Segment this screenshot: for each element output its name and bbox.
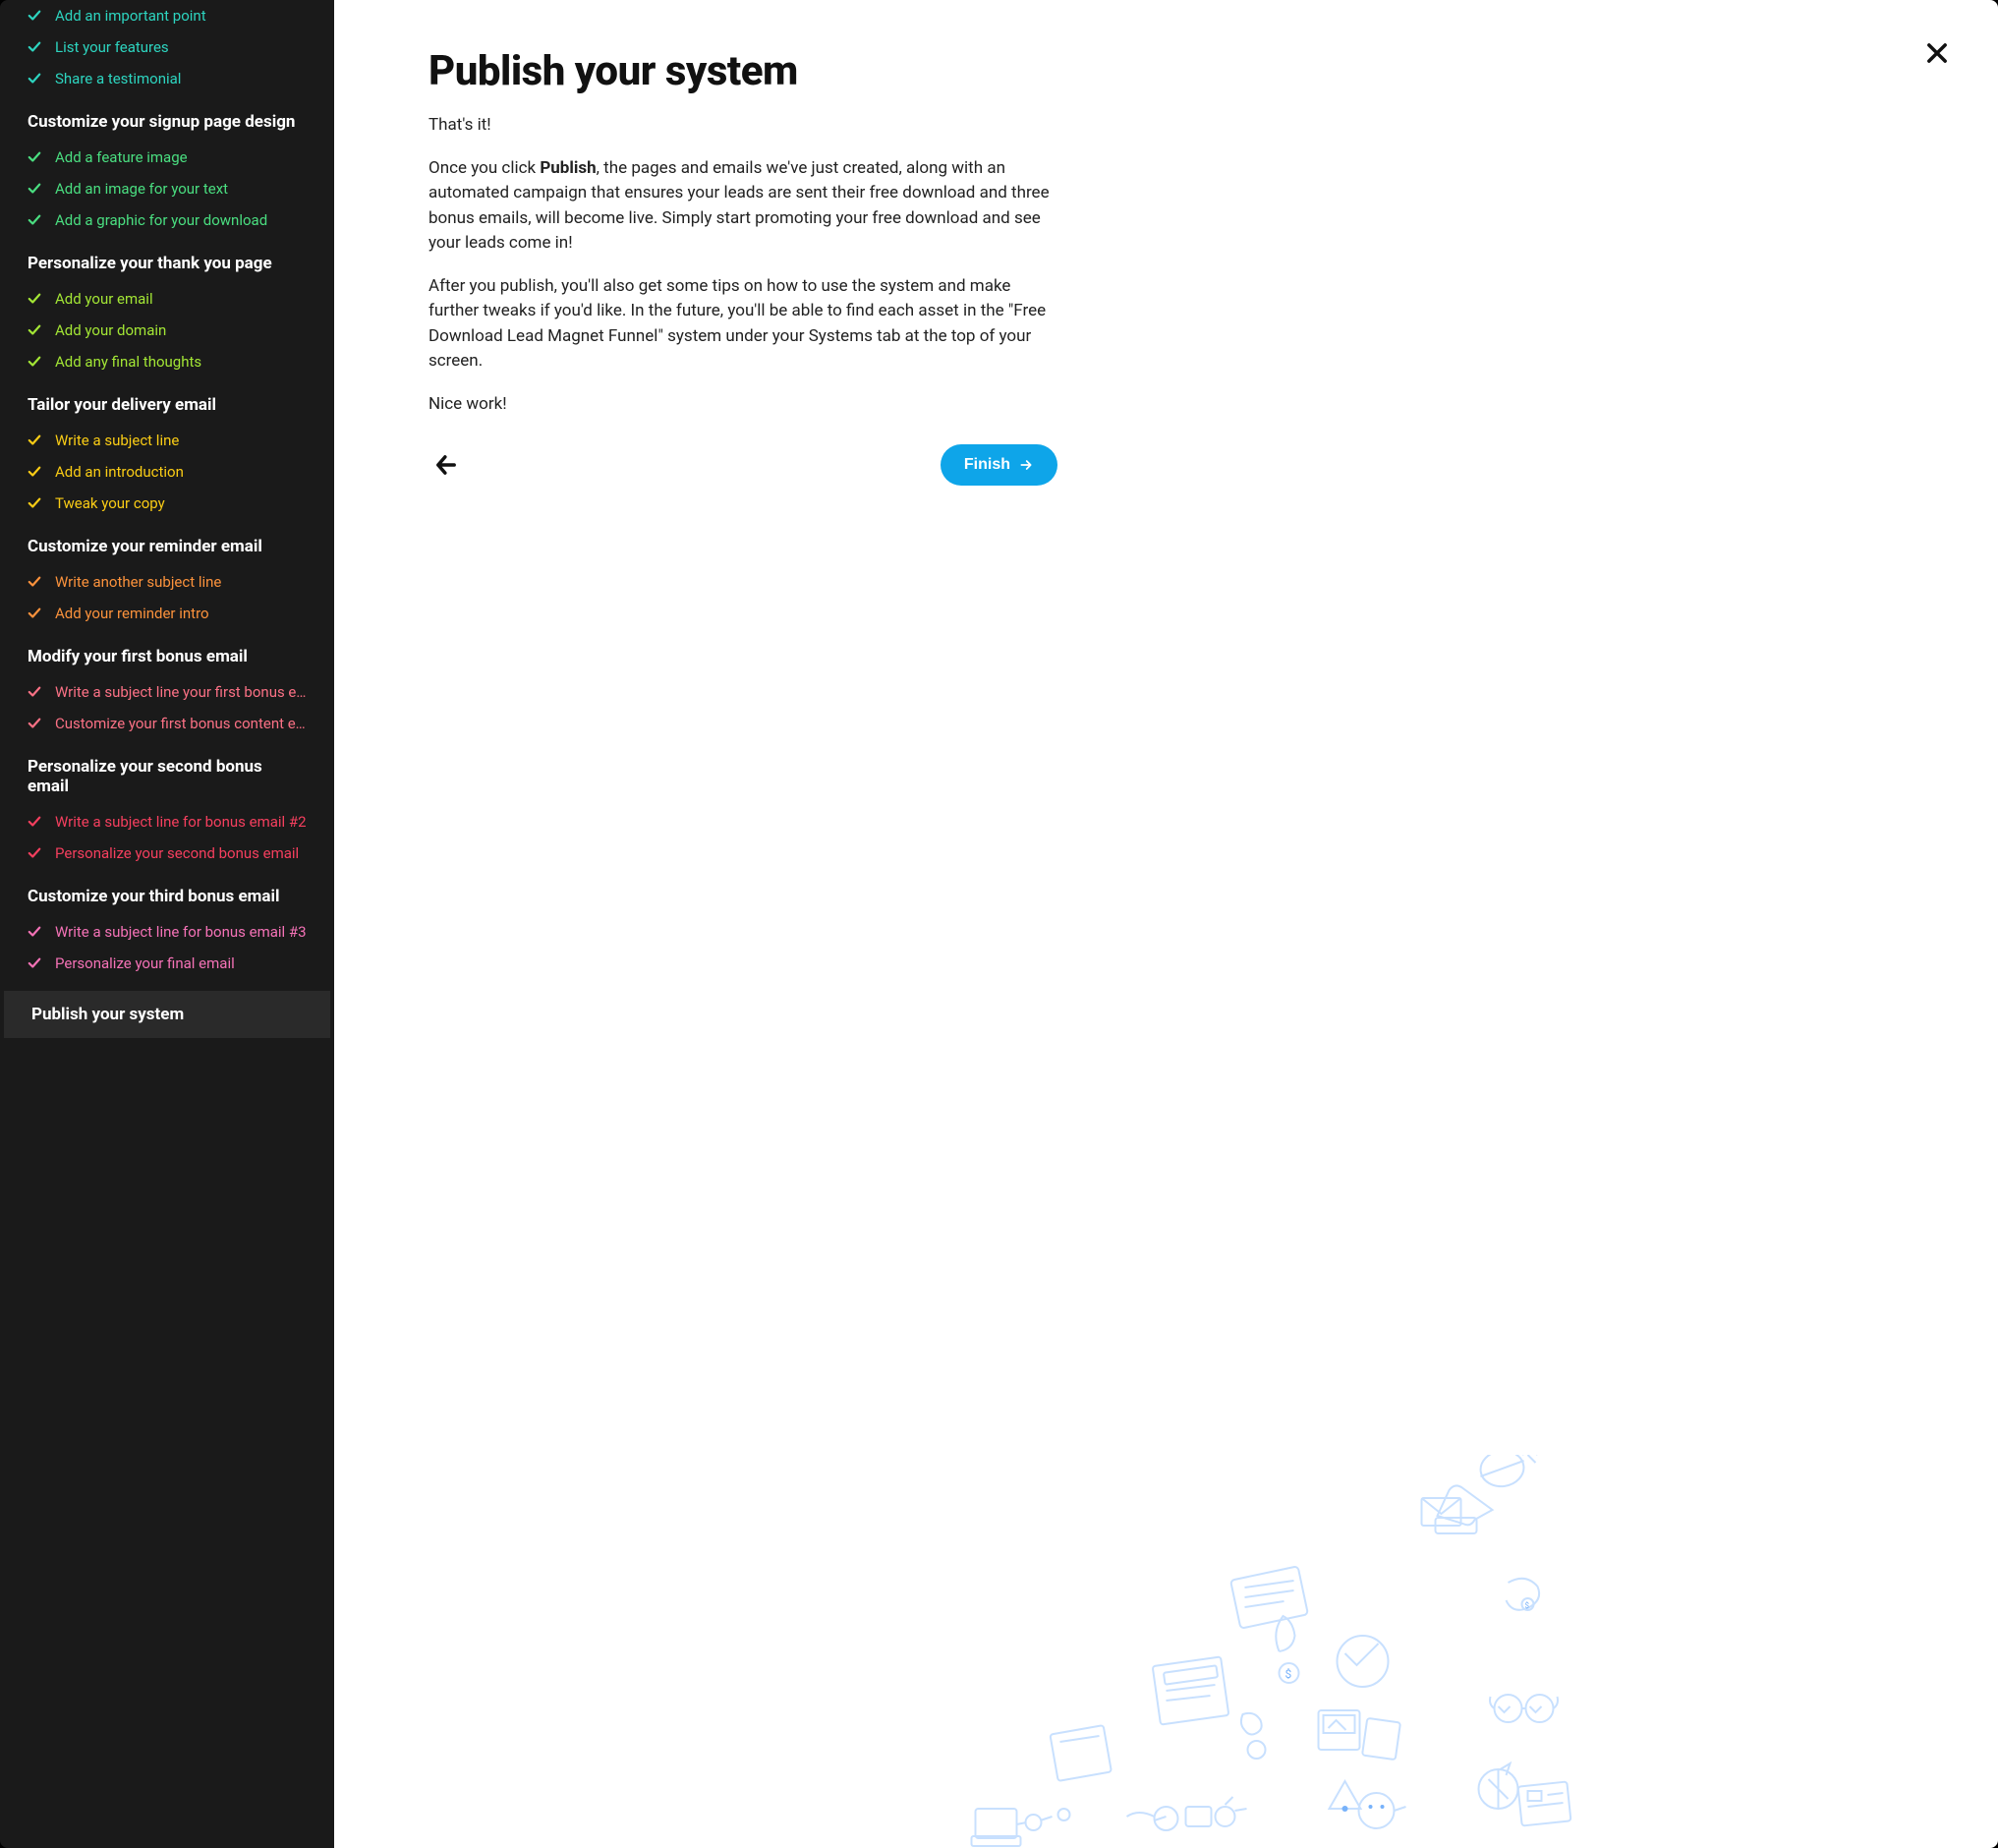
section-header: Tailor your delivery email [0,377,334,425]
sidebar-task-item[interactable]: Add your reminder intro [0,598,334,629]
section-header: Customize your signup page design [0,94,334,142]
task-label: Add an image for your text [55,180,228,198]
nav-row: Finish [428,444,1057,486]
check-icon [28,606,41,620]
svg-text:$: $ [1525,1601,1530,1610]
sidebar-task-item[interactable]: Add your domain [0,315,334,346]
check-icon [28,72,41,86]
task-label: Write a subject line [55,432,179,449]
content: Publish your system That's it! Once you … [334,0,1998,486]
sidebar-task-item[interactable]: Write a subject line your first bonus e… [0,676,334,708]
arrow-right-icon [1018,457,1034,473]
task-label: Personalize your final email [55,954,235,972]
task-label: Add your domain [55,321,166,339]
sidebar-task-item[interactable]: Write a subject line for bonus email #2 [0,806,334,837]
arrow-left-icon [432,451,460,479]
task-label: Personalize your second bonus email [55,844,299,862]
task-label: Write a subject line your first bonus e… [55,683,306,701]
check-icon [28,717,41,730]
check-icon [28,213,41,227]
sidebar-task-item[interactable]: Add a graphic for your download [0,204,334,236]
sidebar-task-item[interactable]: Write a subject line [0,425,334,456]
check-icon [28,150,41,164]
paragraph-intro: That's it! [428,113,1057,139]
check-icon [28,182,41,196]
task-label: Add any final thoughts [55,353,201,371]
check-icon [28,433,41,447]
check-icon [28,465,41,479]
sidebar-task-item[interactable]: Add an important point [0,0,334,31]
section-header: Personalize your thank you page [0,236,334,283]
task-label: Add an important point [55,7,206,25]
sidebar-task-item[interactable]: Write another subject line [0,566,334,598]
sidebar-task-item[interactable]: Add an introduction [0,456,334,488]
check-icon [28,292,41,306]
task-label: Add an introduction [55,463,184,481]
sidebar-task-item[interactable]: Add an image for your text [0,173,334,204]
paragraph-nice-work: Nice work! [428,392,1057,418]
sidebar-task-item[interactable]: Add a feature image [0,142,334,173]
sidebar-task-item[interactable]: Share a testimonial [0,63,334,94]
page-title: Publish your system [428,47,1900,95]
section-header: Customize your third bonus email [0,869,334,916]
section-header: Modify your first bonus email [0,629,334,676]
task-label: Write a subject line for bonus email #2 [55,813,307,831]
check-icon [28,956,41,970]
task-label: Add your reminder intro [55,605,209,622]
finish-label: Finish [964,456,1010,474]
check-icon [28,815,41,829]
task-label: List your features [55,38,169,56]
svg-text:$: $ [1285,1667,1292,1681]
app-container: Add an important point List your features… [0,0,1998,1848]
main-panel: Publish your system That's it! Once you … [334,0,1998,1848]
finish-button[interactable]: Finish [941,444,1057,486]
task-label: Write another subject line [55,573,221,591]
back-button[interactable] [428,447,464,483]
check-icon [28,355,41,369]
check-icon [28,323,41,337]
task-label: Add a graphic for your download [55,211,267,229]
text-pre: Once you click [428,158,540,178]
paragraph-publish-info: Once you click Publish, the pages and em… [428,156,1057,257]
check-icon [28,9,41,23]
close-icon [1923,39,1951,67]
check-icon [28,685,41,699]
sidebar-task-item[interactable]: Customize your first bonus content e… [0,708,334,739]
publish-word: Publish [540,158,596,178]
paragraph-tips: After you publish, you'll also get some … [428,274,1057,375]
close-button[interactable] [1923,39,1955,71]
task-label: Add a feature image [55,148,188,166]
task-label: Write a subject line for bonus email #3 [55,923,307,941]
sidebar: Add an important point List your features… [0,0,334,1848]
section-header: Personalize your second bonus email [0,739,334,806]
sidebar-task-item[interactable]: Add any final thoughts [0,346,334,377]
check-icon [28,496,41,510]
sidebar-task-item[interactable]: Write a subject line for bonus email #3 [0,916,334,948]
check-icon [28,925,41,939]
sidebar-task-item[interactable]: Personalize your final email [0,948,334,979]
sidebar-task-item[interactable]: Tweak your copy [0,488,334,519]
task-label: Add your email [55,290,153,308]
check-icon [28,846,41,860]
task-label: Share a testimonial [55,70,181,87]
sidebar-publish-row[interactable]: Publish your system [4,991,330,1038]
sidebar-task-item[interactable]: List your features [0,31,334,63]
decorative-illustration: $ $ [472,1455,1998,1848]
check-icon [28,575,41,589]
sidebar-task-item[interactable]: Personalize your second bonus email [0,837,334,869]
task-label: Tweak your copy [55,494,165,512]
sidebar-task-item[interactable]: Add your email [0,283,334,315]
task-label: Customize your first bonus content e… [55,715,306,732]
check-icon [28,40,41,54]
section-header: Customize your reminder email [0,519,334,566]
